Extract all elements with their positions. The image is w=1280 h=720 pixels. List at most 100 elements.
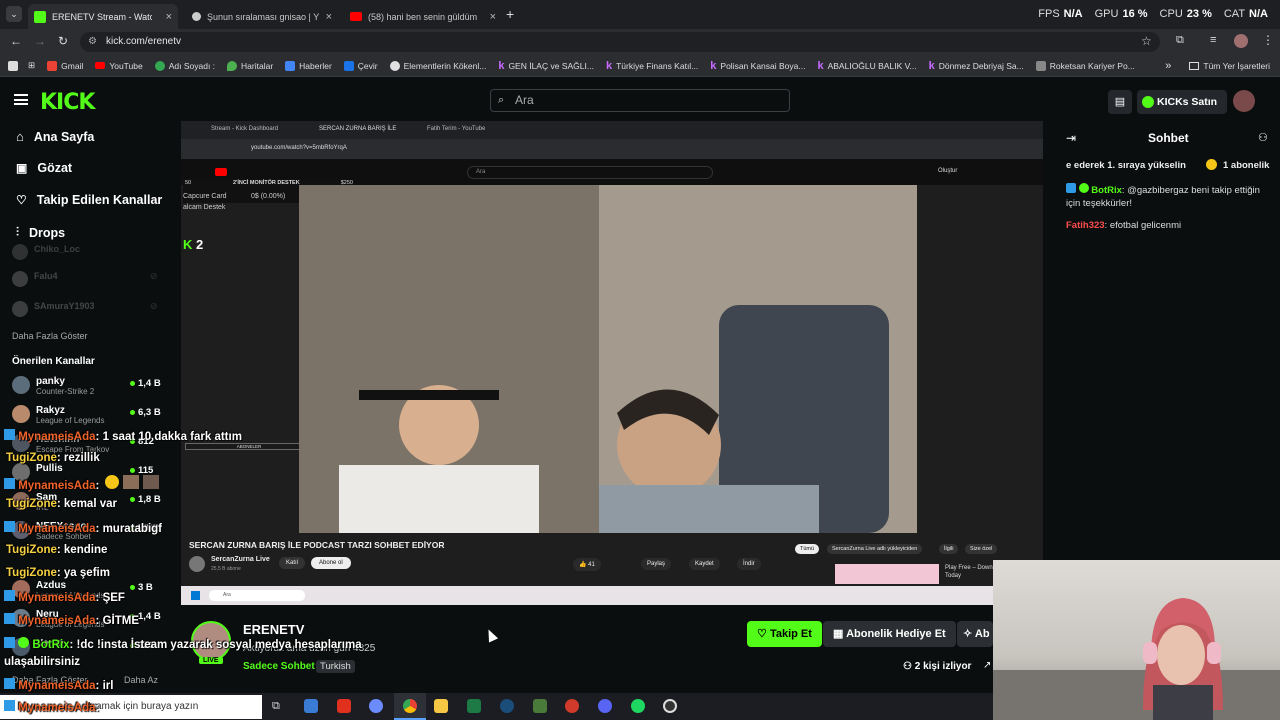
copilot-icon[interactable] bbox=[369, 699, 383, 713]
all-bookmarks-button[interactable]: Tüm Yer İşaretleri bbox=[1189, 61, 1270, 71]
user-avatar[interactable] bbox=[1233, 90, 1255, 112]
obs-icon[interactable] bbox=[663, 699, 677, 713]
bookmark-turkiye-finans[interactable]: k Türkiye Finans Katıl... bbox=[606, 60, 698, 72]
spotify-icon[interactable] bbox=[631, 699, 645, 713]
chat-users-icon[interactable]: ⚇ bbox=[1258, 131, 1268, 144]
kick-logo[interactable]: KICK bbox=[40, 90, 95, 115]
bookmark-youtube[interactable]: YouTube bbox=[95, 61, 143, 71]
overlay-username: TugiZone bbox=[6, 452, 57, 464]
file-explorer-icon[interactable] bbox=[434, 699, 448, 713]
tab-erenetv[interactable]: ERENETV Stream - Watch Live × bbox=[28, 4, 178, 29]
chat-message: Fatih323: efotbal gelicenmi bbox=[1066, 220, 1182, 231]
acrobat-icon[interactable] bbox=[337, 699, 351, 713]
bookmark-abalioglu[interactable]: k ABALIOĞLU BALIK V... bbox=[817, 60, 916, 72]
nav-following[interactable]: ♡ Takip Edilen Kanallar bbox=[16, 193, 162, 207]
discord-icon[interactable] bbox=[598, 699, 612, 713]
page-favicon-icon bbox=[192, 12, 201, 21]
task-view-icon[interactable]: ⧉ bbox=[272, 699, 286, 713]
bookmark-elementler[interactable]: Elementlerin Kökenl... bbox=[389, 60, 486, 71]
yt-channel-name: SercanZurna Live bbox=[211, 556, 270, 563]
bookmarks-more-button[interactable]: » bbox=[1165, 60, 1171, 72]
tab-close-icon[interactable]: × bbox=[326, 11, 332, 23]
followed-channel[interactable]: SAmuraY1903 ⊘ bbox=[12, 301, 158, 317]
extensions-icon[interactable]: ⧉ bbox=[1176, 34, 1184, 47]
gift-sub-button[interactable]: ▦ Abonelik Hediye Et bbox=[823, 621, 956, 647]
bookmark-adi-soyadi[interactable]: Adı Soyadı : bbox=[154, 60, 215, 71]
bookmark-label: GEN İLAÇ ve SAĞLI... bbox=[508, 60, 594, 71]
collapse-chat-icon[interactable]: ⇥ bbox=[1066, 131, 1076, 145]
browser-menu-icon[interactable]: ⋮ bbox=[1262, 33, 1274, 47]
library-icon[interactable]: ▤ bbox=[1108, 90, 1132, 114]
overlay-username: MynameisAda bbox=[18, 523, 96, 535]
recommended-channel[interactable]: Rakyz League of Legends 6,3 B bbox=[12, 405, 161, 425]
yt-download-button: İndir bbox=[737, 558, 761, 570]
recommended-channel[interactable]: panky Counter-Strike 2 1,4 B bbox=[12, 376, 161, 396]
bookmark-label: Çevir bbox=[357, 60, 378, 71]
nav-home[interactable]: ⌂ Ana Sayfa bbox=[16, 129, 94, 144]
chrome-taskbar-button[interactable] bbox=[394, 693, 426, 720]
app-icon[interactable] bbox=[304, 699, 318, 713]
tab-close-icon[interactable]: × bbox=[166, 11, 172, 23]
bookmark-cevir[interactable]: Çevir bbox=[343, 60, 378, 71]
url-text: kick.com/erenetv bbox=[106, 36, 182, 47]
tab-youtube[interactable]: (58) hani ben senin güldüm × bbox=[344, 4, 502, 29]
back-icon[interactable]: ← bbox=[10, 34, 22, 48]
stream-category[interactable]: Sadece Sohbet bbox=[243, 661, 315, 672]
overlay-chat-line: MynameisAda: irl bbox=[4, 678, 113, 692]
overlay-text: : ya şefim bbox=[56, 567, 110, 579]
chat-username[interactable]: Fatih323 bbox=[1066, 220, 1105, 231]
apps-icon[interactable] bbox=[8, 60, 18, 71]
offline-icon: ⊘ bbox=[150, 271, 158, 281]
buy-kicks-button[interactable]: KICKs Satın Al bbox=[1137, 90, 1227, 132]
channel-name[interactable]: ERENETV bbox=[243, 622, 304, 637]
bookmark-gmail[interactable]: Gmail bbox=[47, 60, 83, 71]
subscribe-button[interactable]: ✧ Ab bbox=[957, 621, 993, 647]
follow-button[interactable]: ♡ Takip Et bbox=[747, 621, 822, 647]
grid-icon[interactable]: ⊞ bbox=[28, 60, 35, 71]
inner-address-bar: youtube.com/watch?v=5mbRfoYrqA bbox=[181, 139, 1043, 159]
new-tab-button[interactable]: + bbox=[506, 6, 514, 22]
reload-icon[interactable]: ↻ bbox=[58, 34, 68, 48]
hamburger-menu-icon[interactable] bbox=[14, 94, 28, 105]
overlay-text: : muratabigf bbox=[95, 523, 162, 535]
overlay-text: : kemal var bbox=[56, 498, 117, 510]
cat-label: CAT bbox=[1223, 8, 1246, 20]
forward-icon[interactable]: → bbox=[34, 34, 46, 48]
yt-channel-avatar bbox=[189, 556, 205, 572]
followed-channel[interactable]: Chiko_Loc bbox=[12, 244, 80, 260]
bookmark-gen-ilac[interactable]: k GEN İLAÇ ve SAĞLI... bbox=[498, 60, 594, 72]
url-input[interactable]: ⚙ kick.com/erenetv bbox=[80, 32, 1160, 52]
search-input[interactable]: ⌕ Ara bbox=[490, 89, 790, 112]
chat-username[interactable]: BotRix bbox=[1091, 185, 1122, 196]
tab-sunun-siralamasi[interactable]: Şunun sıralaması gnisao | Yayın × bbox=[186, 4, 338, 29]
nav-browse[interactable]: ▣ Gözat bbox=[16, 161, 72, 175]
profile-avatar[interactable] bbox=[1234, 34, 1248, 48]
app-icon[interactable] bbox=[565, 699, 579, 713]
tab-list-chevron-icon[interactable]: ⌄ bbox=[6, 6, 22, 22]
site-info-icon[interactable]: ⚙ bbox=[88, 32, 97, 52]
bookmark-haberler[interactable]: Haberler bbox=[285, 60, 332, 71]
bookmark-label: Tüm Yer İşaretleri bbox=[1203, 60, 1270, 71]
media-control-icon[interactable]: ≡ bbox=[1210, 34, 1216, 46]
bookmark-donmez[interactable]: k Dönmez Debriyaj Sa... bbox=[929, 60, 1024, 72]
steam-icon[interactable] bbox=[500, 699, 514, 713]
nav-label: Gözat bbox=[37, 161, 73, 175]
avatar bbox=[12, 244, 28, 260]
video-player[interactable]: Stream - Kick Dashboard SERCAN ZURNA BAR… bbox=[181, 121, 1043, 605]
bookmark-polisan[interactable]: k Polisan Kansai Boya... bbox=[710, 60, 805, 72]
emote-icon bbox=[122, 475, 139, 489]
followed-channel[interactable]: Falu4 ⊘ bbox=[12, 271, 158, 287]
cpu-value: 23 % bbox=[1186, 8, 1212, 20]
tab-close-icon[interactable]: × bbox=[490, 11, 496, 23]
language-tag[interactable]: Turkish bbox=[316, 660, 355, 673]
bookmark-roketsan[interactable]: Roketsan Kariyer Po... bbox=[1035, 60, 1135, 71]
bookmark-star-icon[interactable]: ☆ bbox=[1141, 34, 1152, 48]
bookmark-haritalar[interactable]: Haritalar bbox=[227, 60, 273, 71]
show-more-link[interactable]: Daha Fazla Göster bbox=[12, 331, 88, 341]
app-icon[interactable] bbox=[533, 699, 547, 713]
share-icon[interactable]: ↗ bbox=[983, 660, 991, 671]
nav-drops[interactable]: ⫶ Drops bbox=[16, 225, 65, 240]
gift-label: Abonelik Hediye Et bbox=[846, 628, 946, 640]
excel-icon[interactable] bbox=[467, 699, 481, 713]
show-less-link[interactable]: Daha Az bbox=[124, 675, 158, 685]
